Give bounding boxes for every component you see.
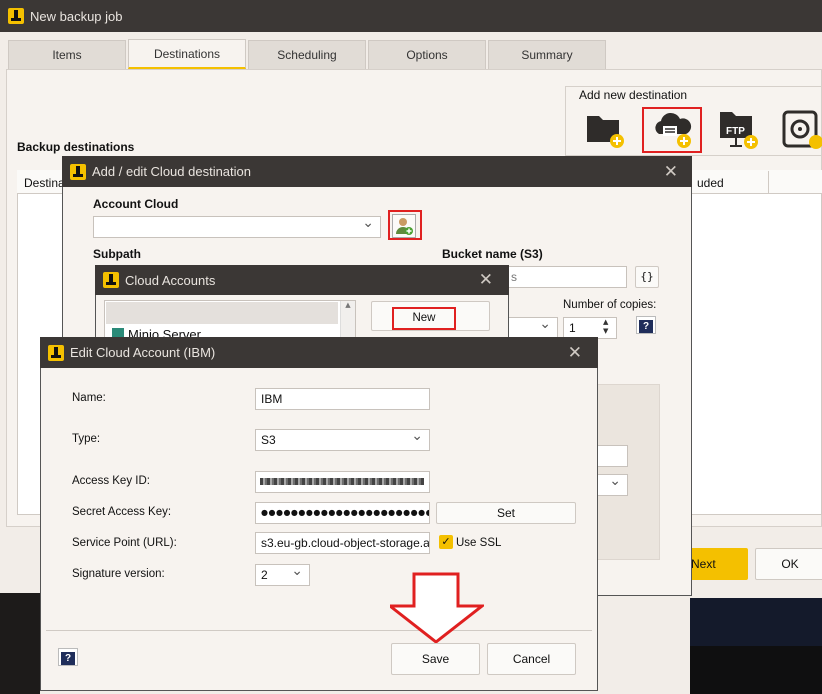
- background-dark-area-right-bottom: [690, 646, 822, 694]
- use-ssl-checkbox[interactable]: ✓: [439, 535, 453, 549]
- window-title: New backup job: [30, 8, 123, 24]
- cloud-destination-highlight: [642, 107, 702, 153]
- set-button[interactable]: Set: [436, 502, 576, 524]
- variables-button[interactable]: {}: [635, 266, 659, 288]
- column-destination: Destina: [24, 176, 65, 190]
- backup-destinations-label: Backup destinations: [17, 140, 135, 154]
- service-point-input[interactable]: s3.eu-gb.cloud-object-storage.app: [255, 532, 430, 554]
- options-group: [596, 384, 660, 560]
- main-titlebar: New backup job: [0, 0, 822, 32]
- type-select[interactable]: S3: [255, 429, 430, 451]
- storage-class-select[interactable]: [505, 317, 558, 339]
- add-account-highlight: [388, 210, 422, 240]
- app-logo-icon: [70, 163, 86, 180]
- column-divider: [768, 171, 769, 193]
- close-icon[interactable]: ✕: [664, 162, 678, 182]
- help-copies-button[interactable]: ?: [636, 316, 656, 334]
- new-account-label[interactable]: New: [392, 307, 456, 330]
- signature-version-select[interactable]: 2: [255, 564, 310, 586]
- tab-summary[interactable]: Summary: [488, 40, 606, 70]
- name-label: Name:: [72, 392, 106, 404]
- tab-options[interactable]: Options: [368, 40, 486, 70]
- spinner-arrows-icon[interactable]: ▲ ▼: [603, 318, 608, 336]
- next-button[interactable]: Next: [690, 548, 748, 580]
- ok-button[interactable]: OK: [755, 548, 822, 580]
- bucket-name-input[interactable]: s: [505, 266, 627, 288]
- secret-key-input[interactable]: ●●●●●●●●●●●●●●●●●●●●●●●●●●●: [255, 502, 430, 524]
- secret-key-label: Secret Access Key:: [72, 506, 172, 518]
- access-key-label: Access Key ID:: [72, 475, 150, 487]
- bucket-name-label: Bucket name (S3): [442, 247, 543, 261]
- cloud-accounts-titlebar: Cloud Accounts ✕: [95, 265, 509, 295]
- name-input[interactable]: IBM: [255, 388, 430, 410]
- use-ssl-label: Use SSL: [456, 537, 502, 549]
- tab-destinations[interactable]: Destinations: [128, 39, 246, 69]
- column-excluded: uded: [697, 176, 724, 190]
- background-dark-area-right: [690, 598, 822, 646]
- help-icon: ?: [639, 320, 653, 333]
- signature-version-label: Signature version:: [72, 568, 165, 580]
- app-logo-icon: [48, 344, 64, 361]
- account-cloud-select[interactable]: [93, 216, 381, 238]
- add-new-destination-label: Add new destination: [576, 88, 691, 102]
- service-point-label: Service Point (URL):: [72, 537, 177, 549]
- save-button[interactable]: Save: [391, 643, 480, 675]
- list-scrollbar[interactable]: ▲: [340, 301, 355, 339]
- app-logo-icon: [8, 8, 24, 24]
- list-selected-row[interactable]: [106, 302, 338, 324]
- copies-value: 1: [569, 321, 576, 335]
- ftp-destination-icon[interactable]: FTP: [718, 108, 760, 152]
- tab-scheduling[interactable]: Scheduling: [248, 40, 366, 70]
- subpath-label: Subpath: [93, 247, 141, 261]
- cloud-destination-titlebar: Add / edit Cloud destination ✕: [62, 156, 692, 187]
- copies-label: Number of copies:: [563, 299, 657, 311]
- help-button[interactable]: ?: [58, 648, 78, 666]
- option-input[interactable]: [596, 445, 628, 467]
- help-icon: ?: [61, 652, 75, 665]
- app-logo-icon: [103, 272, 119, 288]
- redacted-value: [260, 478, 424, 485]
- down-arrow-annotation: [385, 572, 487, 644]
- tab-items[interactable]: Items: [8, 40, 126, 70]
- option-select[interactable]: [596, 474, 628, 496]
- type-label: Type:: [72, 433, 101, 445]
- cloud-destination-title: Add / edit Cloud destination: [92, 164, 251, 179]
- close-icon[interactable]: ✕: [479, 270, 493, 290]
- local-folder-destination-icon[interactable]: [585, 110, 625, 150]
- account-cloud-label: Account Cloud: [93, 197, 179, 211]
- disk-destination-icon[interactable]: [782, 108, 822, 152]
- access-key-input[interactable]: [255, 471, 430, 493]
- copies-spinner[interactable]: 1: [563, 317, 617, 339]
- cancel-button[interactable]: Cancel: [487, 643, 576, 675]
- background-dark-area-left: [0, 593, 40, 694]
- cloud-accounts-title: Cloud Accounts: [125, 272, 216, 288]
- footer-divider: [46, 630, 592, 631]
- edit-account-titlebar: Edit Cloud Account (IBM) ✕: [40, 337, 598, 368]
- edit-account-title: Edit Cloud Account (IBM): [70, 345, 216, 360]
- svg-text:FTP: FTP: [726, 126, 745, 137]
- close-icon[interactable]: ✕: [568, 343, 582, 363]
